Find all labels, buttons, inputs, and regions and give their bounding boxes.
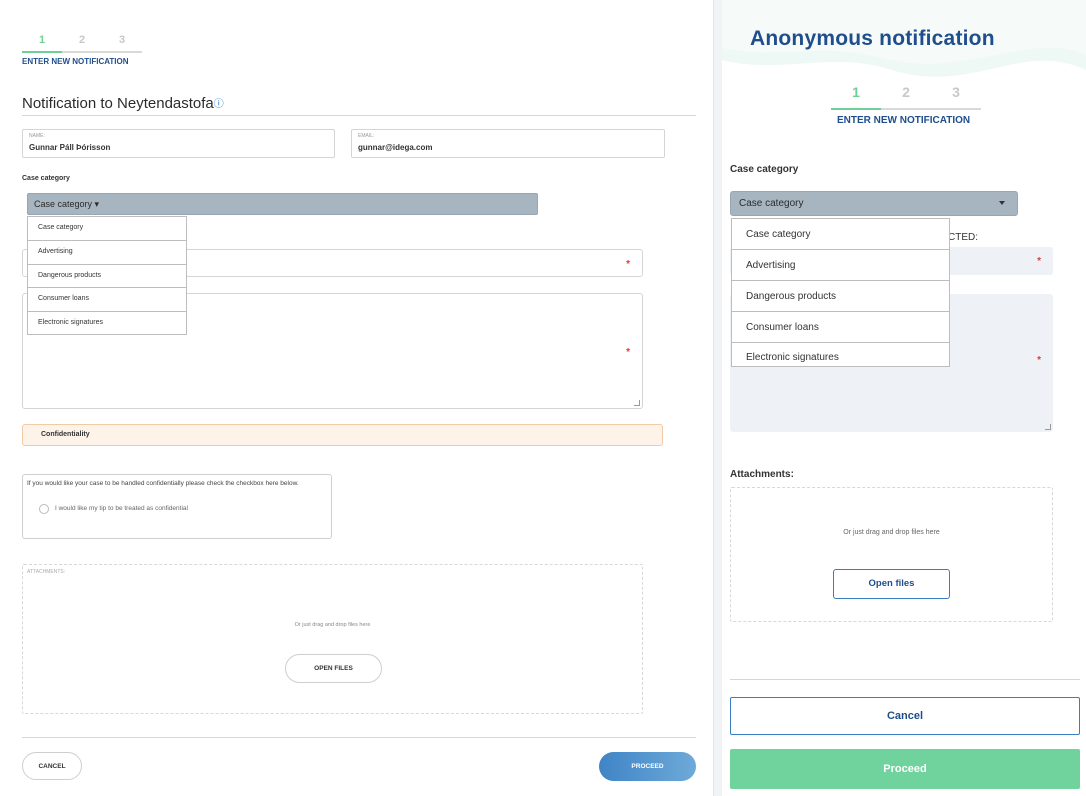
case-category-select[interactable]: Case category (730, 191, 1018, 216)
email-value: gunnar@idega.com (358, 143, 433, 152)
step-caption: ENTER NEW NOTIFICATION (837, 115, 971, 126)
resize-grip-icon[interactable] (634, 400, 640, 406)
attachments-label: Attachments: (730, 469, 794, 480)
step-number: 1 (852, 84, 860, 100)
step-number: 2 (902, 84, 910, 100)
footer-divider (22, 737, 696, 738)
page: 1 2 3 ENTER NEW NOTIFICATION Notificatio… (0, 0, 1086, 796)
confidential-option-label[interactable]: I would like my tip to be treated as con… (55, 505, 188, 512)
case-category-select[interactable]: Case category ▾ (27, 193, 538, 215)
resize-grip-icon[interactable] (1045, 424, 1051, 430)
cancel-button[interactable]: Cancel (730, 697, 1080, 735)
right-form-panel: Anonymous notification 1 2 3 ENTER NEW N… (722, 0, 1086, 796)
step-2: 2 (62, 34, 102, 53)
dropdown-option[interactable]: Dangerous products (732, 281, 949, 312)
open-files-button[interactable]: OPEN FILES (285, 654, 382, 683)
left-form-panel: 1 2 3 ENTER NEW NOTIFICATION Notificatio… (0, 0, 714, 796)
step-number: 3 (118, 34, 126, 46)
dropdown-option[interactable]: Consumer loans (732, 312, 949, 343)
dropdown-option[interactable]: Consumer loans (28, 288, 186, 313)
step-indicator: 1 2 3 (22, 34, 142, 53)
page-title-text: Notification to Neytendastofa (22, 95, 214, 112)
step-indicator: 1 2 3 (831, 84, 981, 110)
case-category-dropdown: Case category Advertising Dangerous prod… (731, 218, 950, 367)
step-number: 1 (38, 34, 46, 46)
page-title: Notification to Neytendastofaⓘ (22, 95, 224, 112)
name-field[interactable]: NAME: Gunnar Páll Þórisson (22, 129, 335, 158)
open-files-button[interactable]: Open files (833, 569, 950, 599)
select-value: Case category (739, 198, 804, 209)
step-3: 3 (931, 84, 981, 110)
case-category-label: Case category (22, 175, 70, 182)
title-divider (22, 115, 696, 116)
cancel-button[interactable]: CANCEL (22, 752, 82, 780)
caret-down-icon (999, 201, 1005, 205)
dropdown-option[interactable]: Case category (732, 219, 949, 250)
step-1: 1 (831, 84, 881, 110)
dropdown-option[interactable]: Case category (28, 217, 186, 241)
case-category-label: Case category (730, 164, 799, 175)
name-label: NAME: (29, 133, 45, 139)
attachments-dropzone[interactable]: ATTACHMENTS: Or just drag and drop files… (22, 564, 643, 714)
step-3: 3 (102, 34, 142, 53)
page-title: Anonymous notification (750, 27, 995, 50)
step-1: 1 (22, 34, 62, 53)
dropdown-option[interactable]: Electronic signatures (28, 312, 186, 336)
confidentiality-header[interactable]: Confidentiality (22, 424, 663, 446)
attachments-dropzone[interactable]: Or just drag and drop files here Open fi… (730, 487, 1053, 622)
info-icon[interactable]: ⓘ (214, 99, 224, 110)
required-asterisk: * (1037, 355, 1041, 366)
partially-hidden-label: CTED: (948, 232, 978, 243)
name-value: Gunnar Páll Þórisson (29, 143, 111, 152)
dropdown-option[interactable]: Advertising (28, 241, 186, 265)
drag-drop-hint: Or just drag and drop files here (294, 622, 371, 628)
dropdown-option[interactable]: Electronic signatures (732, 343, 949, 368)
required-asterisk: * (626, 259, 630, 270)
confidential-description: If you would like your case to be handle… (27, 480, 299, 487)
case-category-dropdown: Case category Advertising Dangerous prod… (27, 216, 187, 335)
dropdown-option[interactable]: Advertising (732, 250, 949, 281)
confidential-radio[interactable] (39, 504, 49, 514)
step-2: 2 (881, 84, 931, 110)
step-number: 3 (952, 84, 960, 100)
required-asterisk: * (1037, 256, 1041, 267)
dropdown-option[interactable]: Dangerous products (28, 265, 186, 289)
attachments-label: ATTACHMENTS: (27, 569, 66, 575)
step-caption: ENTER NEW NOTIFICATION (22, 57, 129, 66)
required-asterisk: * (626, 347, 630, 358)
confidentiality-box: If you would like your case to be handle… (22, 474, 332, 539)
drag-drop-hint: Or just drag and drop files here (843, 529, 940, 536)
email-field[interactable]: EMAIL: gunnar@idega.com (351, 129, 665, 158)
proceed-button[interactable]: Proceed (730, 749, 1080, 789)
footer-divider (730, 679, 1080, 680)
proceed-button[interactable]: PROCEED (599, 752, 696, 781)
email-label: EMAIL: (358, 133, 375, 139)
step-number: 2 (78, 34, 86, 46)
